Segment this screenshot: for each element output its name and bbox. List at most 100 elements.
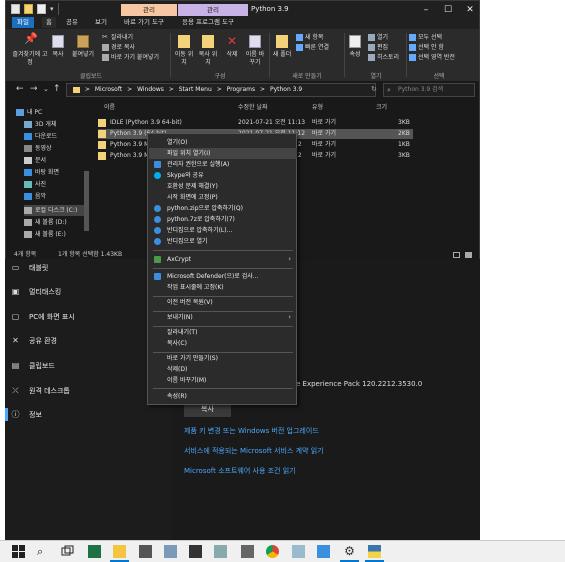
excel-icon[interactable] [88, 545, 101, 558]
breadcrumb-python[interactable]: Python 3.9 [270, 86, 302, 93]
close-icon[interactable]: ✕ [465, 5, 475, 15]
menu-item-troubleshoot[interactable]: 호환성 문제 해결(Y) [149, 181, 297, 192]
address-path[interactable]: > Microsoft > Windows > Start Menu > Pro… [66, 83, 376, 97]
quick-access-save-icon[interactable] [11, 4, 20, 14]
context-tab-shortcut[interactable]: 관리 [121, 4, 177, 16]
menu-item-open[interactable]: 열기(O) [149, 137, 297, 148]
breadcrumb-microsoft[interactable]: Microsoft [95, 86, 122, 93]
menu-item-share-skype[interactable]: Skype와 공유 [149, 170, 297, 181]
cut-button[interactable]: ✂ 잘라내기 [102, 33, 133, 42]
nav-item-downloads[interactable]: 다운로드 [24, 131, 57, 142]
refresh-icon[interactable]: ↻ [371, 85, 377, 93]
copy-to-button[interactable]: 복사 위치 [198, 35, 218, 67]
settings-item-remote-desktop[interactable]: 원격 데스크톱 [29, 386, 70, 396]
forward-arrow-icon[interactable]: → [30, 84, 38, 94]
quick-access-doc-icon[interactable] [37, 4, 46, 14]
menu-item-delete[interactable]: 삭제(D) [149, 364, 297, 375]
up-arrow-icon[interactable]: ↑ [53, 84, 61, 94]
nav-item-this-pc[interactable]: 내 PC [16, 107, 42, 118]
network-app-icon[interactable] [214, 545, 227, 558]
invert-selection-button[interactable]: 선택 영역 반전 [409, 53, 455, 62]
back-arrow-icon[interactable]: ← [16, 84, 24, 94]
breadcrumb-windows[interactable]: Windows [137, 86, 164, 93]
link-change-product-key[interactable]: 제품 키 변경 또는 Windows 버전 업그레이드 [184, 426, 319, 436]
nav-item-videos[interactable]: 동영상 [24, 143, 52, 154]
settings-icon[interactable]: ⚙ [343, 545, 356, 558]
column-type[interactable]: 유형 [312, 102, 323, 114]
search-icon[interactable]: ⌕ [37, 545, 50, 558]
breadcrumb-start-menu[interactable]: Start Menu [179, 86, 212, 93]
file-row[interactable]: IDLE (Python 3.9 64-bit) 2021-07-21 오전 1… [98, 118, 413, 128]
copy-button[interactable]: 복사 [48, 35, 68, 59]
task-view-icon[interactable] [61, 545, 74, 558]
nav-item-volume-d[interactable]: 새 볼륨 (D:) [24, 217, 67, 228]
menu-item-rename[interactable]: 이름 바꾸기(M) [149, 375, 297, 386]
new-item-button[interactable]: 새 항목 [296, 33, 323, 42]
file-explorer-icon[interactable] [113, 545, 126, 558]
recent-dropdown-icon[interactable]: ⌄ [43, 85, 49, 93]
menu-item-open-file-location[interactable]: 파일 위치 열기(I) [149, 148, 297, 159]
new-folder-button[interactable]: 새 폴더 [272, 35, 292, 59]
chip-app-icon[interactable] [139, 545, 152, 558]
menu-item-pin-start[interactable]: 시작 화면에 고정(P) [149, 192, 297, 203]
nav-item-documents[interactable]: 문서 [24, 155, 46, 166]
select-all-button[interactable]: 모두 선택 [409, 33, 442, 42]
menu-item-send-to[interactable]: 보내기(N) › [149, 312, 297, 323]
menu-item-properties[interactable]: 속성(R) [149, 391, 297, 402]
settings-item-tablet[interactable]: 태블릿 [29, 263, 48, 273]
maximize-icon[interactable]: ☐ [443, 5, 453, 15]
remote-desktop-icon[interactable] [292, 545, 305, 558]
menu-item-create-shortcut[interactable]: 바로 가기 만들기(S) [149, 353, 297, 364]
python-icon[interactable] [368, 545, 381, 558]
tab-home[interactable]: 홈 [42, 17, 56, 28]
minimize-icon[interactable]: – [421, 5, 431, 15]
tab-share[interactable]: 공유 [66, 17, 78, 28]
open-button[interactable]: 열기 [368, 33, 388, 42]
move-to-button[interactable]: 이동 위치 [174, 35, 194, 67]
quick-access-folder-icon[interactable] [24, 4, 33, 14]
nav-item-local-disk-c[interactable]: 로컬 디스크 (C:) [24, 205, 88, 216]
menu-item-cut[interactable]: 잘라내기(T) [149, 327, 297, 338]
column-modified[interactable]: 수정한 날짜 [238, 102, 268, 114]
menu-item-open-bandizip[interactable]: 반디집으로 열기 [149, 236, 297, 247]
menu-item-defender-scan[interactable]: Microsoft Defender(으)로 검사... [149, 271, 297, 282]
delete-button[interactable]: ✕ 삭제 [222, 35, 242, 59]
qat-dropdown-icon[interactable]: ▾ [50, 5, 54, 13]
nav-item-pictures[interactable]: 사진 [24, 179, 46, 190]
terminal-icon[interactable] [189, 545, 202, 558]
mail-icon[interactable] [164, 545, 177, 558]
link-services-agreement[interactable]: 서비스에 적용되는 Microsoft 서비스 계약 읽기 [184, 446, 324, 456]
paste-button[interactable]: 붙여넣기 [70, 35, 96, 59]
search-input[interactable]: Python 3.9 검색 [383, 83, 475, 97]
breadcrumb-programs[interactable]: Programs [227, 86, 255, 93]
context-tab-application[interactable]: 관리 [178, 4, 248, 16]
properties-button[interactable]: 속성 [346, 35, 364, 59]
nav-scrollbar[interactable] [84, 171, 89, 231]
menu-item-copy[interactable]: 복사(C) [149, 338, 297, 349]
windows-start-icon[interactable] [12, 545, 25, 558]
copy-path-button[interactable]: 경로 복사 [102, 43, 135, 52]
settings-item-project[interactable]: PC에 화면 표시 [29, 312, 75, 322]
column-name[interactable]: 이름 [104, 102, 115, 114]
menu-item-compress-7z[interactable]: python.7z로 압축하기(7) [149, 214, 297, 225]
tab-shortcut-tools[interactable]: 바로 가기 도구 [124, 17, 164, 28]
column-size[interactable]: 크기 [376, 102, 387, 114]
menu-item-pin-taskbar[interactable]: 작업 표시줄에 고정(K) [149, 282, 297, 293]
nav-item-3d-objects[interactable]: 3D 개체 [24, 119, 56, 130]
tab-file[interactable]: 파일 [12, 17, 34, 28]
menu-item-restore-versions[interactable]: 이전 버전 복원(V) [149, 297, 297, 308]
rename-button[interactable]: 이름 바꾸기 [244, 35, 266, 67]
photos-icon[interactable] [317, 545, 330, 558]
large-icons-view-icon[interactable] [465, 252, 472, 258]
details-view-icon[interactable] [453, 252, 460, 258]
menu-item-compress-bandizip[interactable]: 반디집으로 압축하기(L)... [149, 225, 297, 236]
easy-access-button[interactable]: 빠른 연결 [296, 43, 329, 52]
history-button[interactable]: 히스토리 [368, 53, 399, 62]
tab-view[interactable]: 보기 [95, 17, 107, 28]
settings-item-multitasking[interactable]: 멀티태스킹 [29, 287, 61, 297]
menu-item-axcrypt[interactable]: AxCrypt › [149, 254, 297, 265]
paste-shortcut-button[interactable]: 바로 가기 붙여넣기 [102, 53, 159, 62]
settings-item-shared-experiences[interactable]: 공유 환경 [29, 336, 57, 346]
select-none-button[interactable]: 선택 안 함 [409, 43, 444, 52]
edit-button[interactable]: 편집 [368, 43, 388, 52]
